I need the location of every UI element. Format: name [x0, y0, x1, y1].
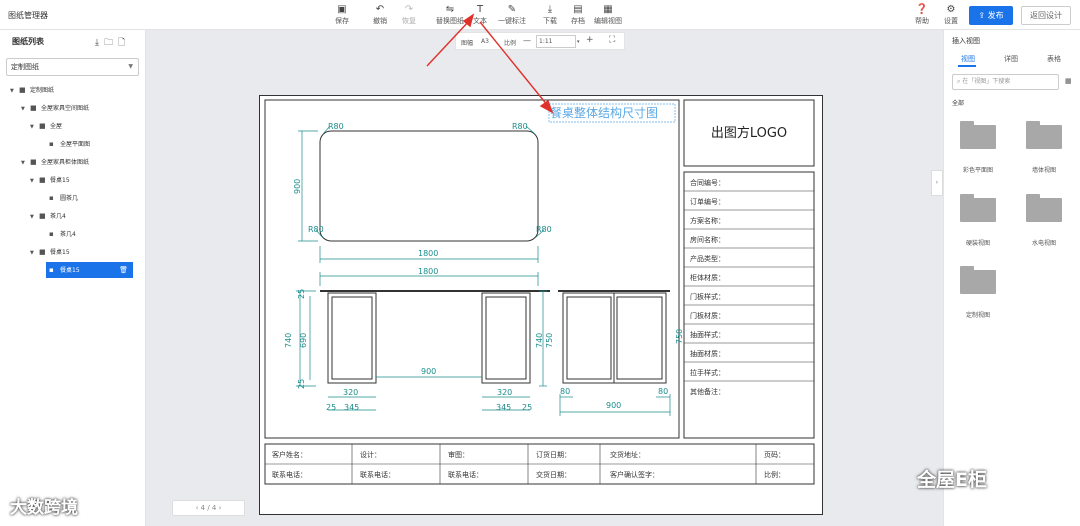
view-card-plumbing-electric-view[interactable]: 水电视图: [1014, 194, 1074, 247]
category-all-label: 全部: [952, 100, 965, 107]
view-card-wall-view[interactable]: 墙体视图: [1014, 121, 1074, 174]
folder-icon: [960, 121, 996, 149]
folder-icon: [960, 266, 996, 294]
chevron-right-icon: ›: [935, 179, 939, 186]
folder-icon: [1026, 121, 1062, 149]
watermark-right: 全屋E柜: [917, 469, 987, 491]
tab-details[interactable]: 详图: [1004, 54, 1018, 64]
view-card-hardscape-view[interactable]: 硬装视图: [948, 194, 1008, 247]
view-card-color-floor-plan[interactable]: 彩色平面图: [948, 121, 1008, 174]
tab-tables[interactable]: 表格: [1047, 54, 1061, 64]
tab-views[interactable]: 视图: [961, 54, 975, 64]
expand-panel-button[interactable]: ›: [931, 170, 943, 196]
annotation-arrows: [426, 13, 554, 114]
grid-view-icon[interactable]: ▦: [1065, 77, 1072, 85]
insert-view-title: 插入视图: [952, 37, 980, 45]
watermark-left: 大数跨境: [10, 498, 78, 518]
folder-icon: [960, 194, 996, 222]
folder-icon: [1026, 194, 1062, 222]
view-card-custom-view[interactable]: 定制视图: [948, 266, 1008, 319]
active-tab-indicator: [958, 65, 976, 67]
view-search-input[interactable]: ⌕ 在「视图」下搜索: [952, 74, 1059, 90]
insert-view-panel: 插入视图 视图 详图 表格 ⌕ 在「视图」下搜索 ▦ 全部 彩色平面图 墙体视图…: [943, 30, 1080, 526]
annotation-overlay: [426, 13, 554, 114]
